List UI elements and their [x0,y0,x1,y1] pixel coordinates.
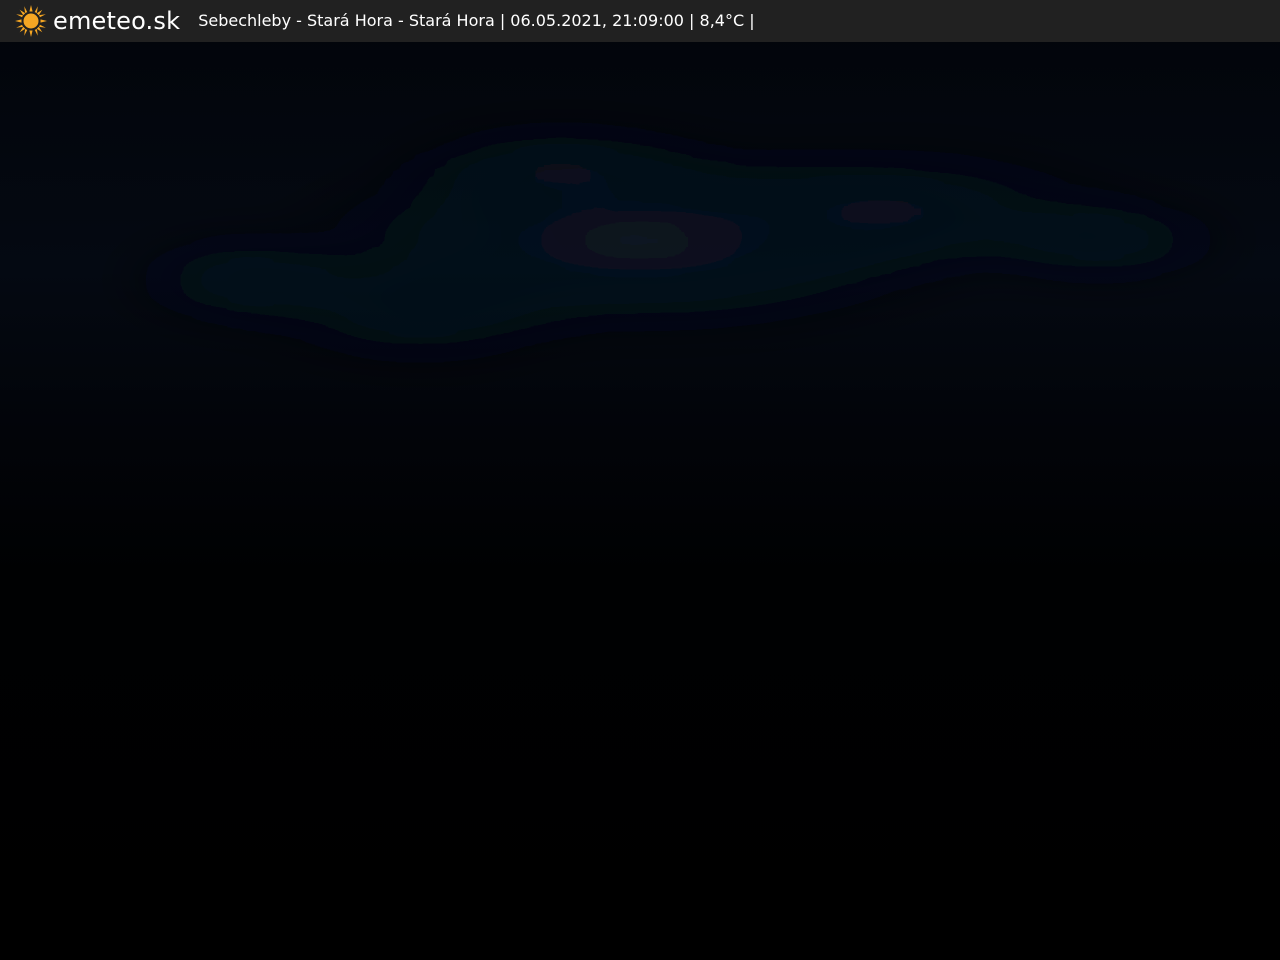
caption-bar: emeteo.sk Sebechleby - Stará Hora - Star… [0,0,1280,42]
brand-name: emeteo.sk [53,7,181,35]
sun-icon [15,5,47,37]
webcam-caption: Sebechleby - Stará Hora - Stará Hora | 0… [198,11,755,30]
emeteo-logo[interactable]: emeteo.sk [14,0,180,42]
webcam-frame: emeteo.sk Sebechleby - Stará Hora - Star… [0,0,1280,960]
webcam-night-sky-image [0,0,1280,960]
